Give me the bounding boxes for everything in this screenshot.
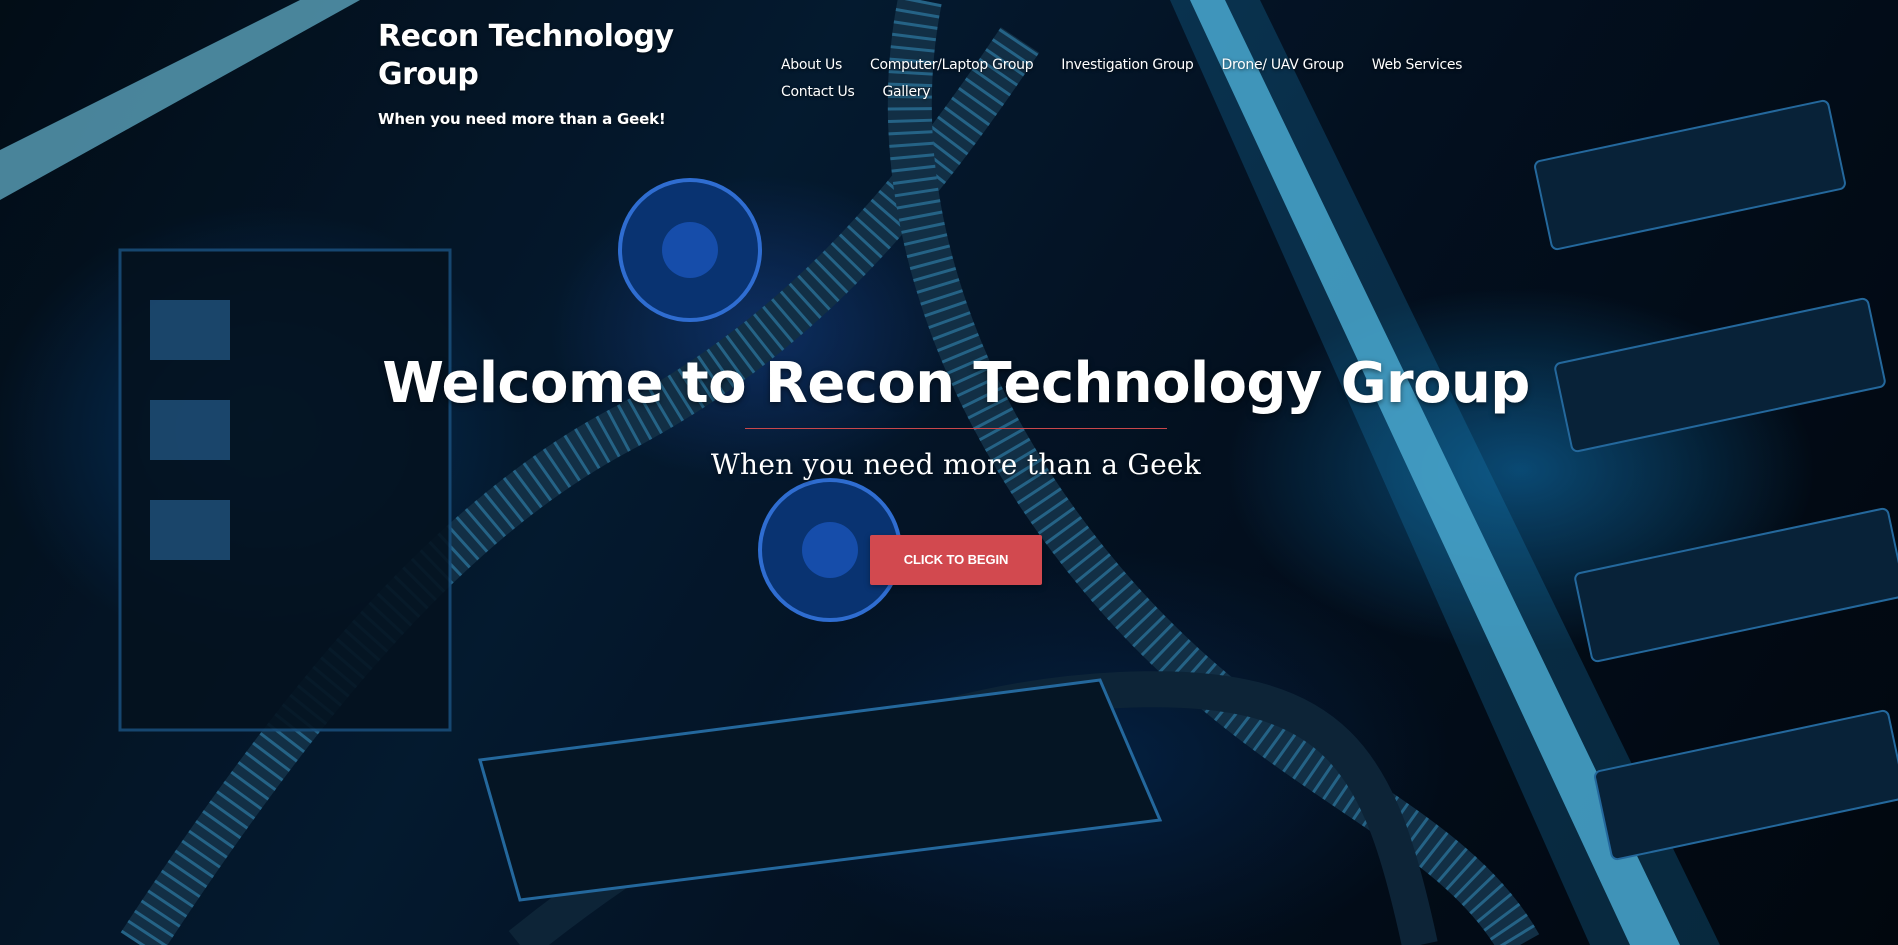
click-to-begin-button[interactable]: CLICK TO BEGIN xyxy=(870,535,1042,585)
nav-item-web-services[interactable]: Web Services xyxy=(1372,56,1463,75)
main-navigation: About Us Computer/Laptop Group Investiga… xyxy=(781,56,1501,102)
hero-heading: Welcome to Recon Technology Group xyxy=(382,351,1530,416)
hero-divider xyxy=(745,428,1167,429)
site-title-link[interactable]: Recon Technology Group xyxy=(378,18,678,94)
site-branding: Recon Technology Group When you need mor… xyxy=(378,18,678,128)
hero-subheading: When you need more than a Geek xyxy=(710,448,1202,481)
nav-item-contact-us[interactable]: Contact Us xyxy=(781,83,855,102)
nav-item-gallery[interactable]: Gallery xyxy=(882,83,930,102)
nav-item-drone-uav-group[interactable]: Drone/ UAV Group xyxy=(1222,56,1345,75)
nav-menu: About Us Computer/Laptop Group Investiga… xyxy=(781,56,1501,102)
nav-item-about-us[interactable]: About Us xyxy=(781,56,842,75)
site-tagline: When you need more than a Geek! xyxy=(378,110,666,128)
nav-item-computer-laptop-group[interactable]: Computer/Laptop Group xyxy=(870,56,1034,75)
hero-section: Welcome to Recon Technology Group When y… xyxy=(0,348,1898,585)
nav-item-investigation-group[interactable]: Investigation Group xyxy=(1061,56,1194,75)
